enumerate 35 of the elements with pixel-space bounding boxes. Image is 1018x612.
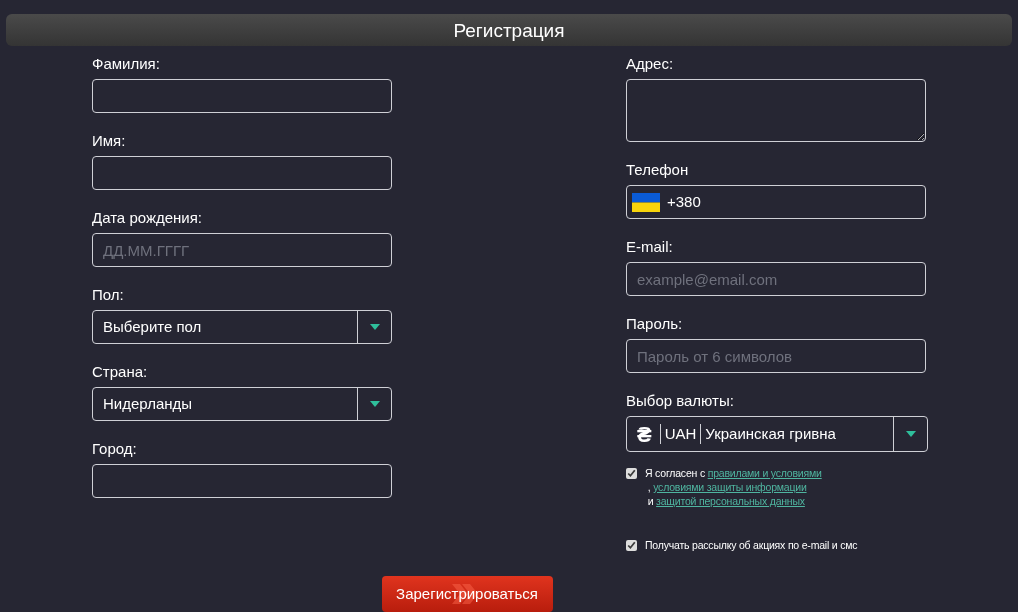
- field-label: Выбор валюты:: [626, 392, 734, 410]
- caret-icon: [905, 431, 916, 437]
- field-label: Адрес:: [626, 55, 674, 73]
- input-field[interactable]: ДД.ММ.ГГГГ: [92, 233, 392, 267]
- field-label: Страна:: [92, 363, 148, 381]
- dropdown[interactable]: Выберите пол: [92, 310, 392, 344]
- phone-field[interactable]: +380: [626, 185, 926, 219]
- terms-link[interactable]: защитой персональных данных: [656, 494, 805, 508]
- consent-text: Я согласен с правилами и условиями , условиями защиты информации и защитой персональных данных: [645, 466, 823, 508]
- field-label: Телефон: [626, 161, 689, 179]
- address-field[interactable]: [626, 79, 926, 142]
- terms-link[interactable]: условиями защиты информации: [653, 480, 807, 494]
- caret-icon: [369, 324, 380, 330]
- field-label: Фамилия:: [92, 55, 160, 73]
- checkbox[interactable]: [626, 468, 637, 479]
- caret-icon: [369, 401, 380, 407]
- page-title: Регистрация: [453, 20, 565, 40]
- input-field[interactable]: [92, 464, 392, 498]
- consent-text: Получать рассылку об акциях по e-mail и смс: [645, 538, 858, 552]
- field-label: Пол:: [92, 286, 124, 304]
- field-label: Город:: [92, 440, 137, 458]
- currency-dropdown[interactable]: ₴ UAH Украинская гривна: [626, 416, 928, 452]
- field-label: Пароль:: [626, 315, 683, 333]
- terms-link[interactable]: правилами и условиями: [707, 466, 822, 480]
- field-label: E-mail:: [626, 238, 673, 256]
- checkbox[interactable]: [626, 540, 637, 551]
- input-field[interactable]: [92, 79, 392, 113]
- field-label: Дата рождения:: [92, 209, 202, 227]
- dropdown[interactable]: Нидерланды: [92, 387, 392, 421]
- flag-icon: [632, 192, 660, 212]
- register-button[interactable]: Зарегистрироваться: [381, 576, 553, 612]
- input-field[interactable]: [92, 156, 392, 190]
- input-field[interactable]: Пароль от 6 символов: [626, 339, 926, 373]
- input-field[interactable]: example@email.com: [626, 262, 926, 296]
- field-label: Имя:: [92, 132, 126, 150]
